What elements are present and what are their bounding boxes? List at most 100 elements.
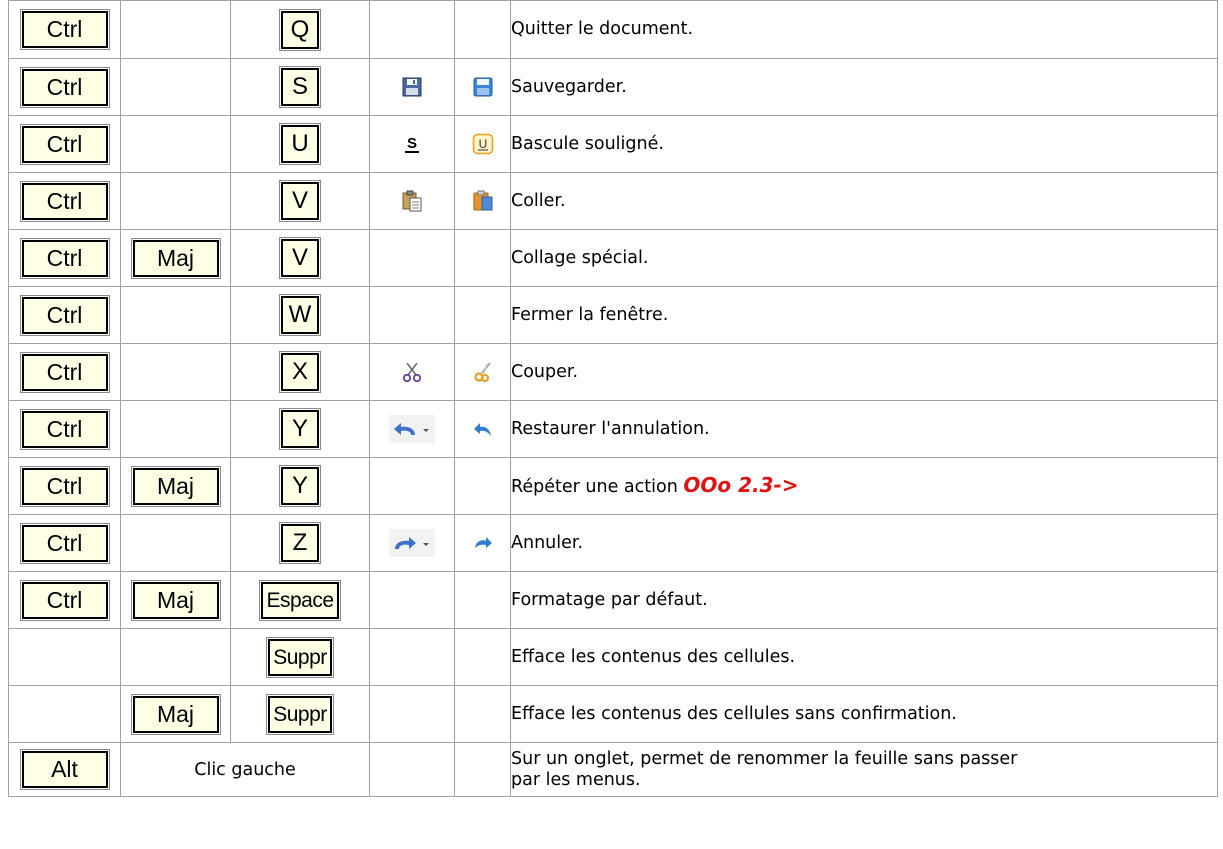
description: Répéter une action OOo 2.3->	[510, 457, 1218, 515]
ctrl-key: Ctrl	[19, 66, 110, 108]
modifier-2-cell	[120, 628, 231, 686]
icon-b-cell	[454, 685, 511, 743]
maj-key: Maj	[130, 465, 221, 507]
redo-dropdown-button	[389, 415, 435, 443]
modifier-cell: Ctrl	[8, 0, 121, 59]
description: Formatage par défaut.	[510, 571, 1218, 629]
underline-icon: S	[405, 135, 419, 153]
modifier-cell: Ctrl	[8, 514, 121, 572]
description: Collage spécial.	[510, 229, 1218, 287]
icon-a-cell	[369, 628, 455, 686]
key-cell: V	[230, 172, 370, 230]
icon-a-cell	[369, 172, 455, 230]
icon-a-cell	[369, 0, 455, 59]
ctrl-key: Ctrl	[19, 408, 110, 450]
table-row: Ctrl Z Annuler.	[8, 514, 1218, 572]
left-click-label: Clic gauche	[194, 759, 296, 780]
modifier-2-cell	[120, 58, 231, 116]
ctrl-key: Ctrl	[19, 237, 110, 279]
modifier-cell	[8, 628, 121, 686]
modifier-cell: Ctrl	[8, 343, 121, 401]
description: Sur un onglet, permet de renommer la feu…	[510, 742, 1218, 797]
icon-b-cell: U	[454, 115, 511, 173]
key-cell: X	[230, 343, 370, 401]
maj-key: Maj	[130, 579, 221, 621]
icon-b-cell	[454, 172, 511, 230]
modifier-cell	[8, 685, 121, 743]
description: Coller.	[510, 172, 1218, 230]
paste-icon	[402, 190, 422, 212]
icon-b-cell	[454, 742, 511, 797]
description: Quitter le document.	[510, 0, 1218, 59]
icon-a-cell	[369, 343, 455, 401]
key-cell: U	[230, 115, 370, 173]
underline-button-icon: U	[472, 133, 493, 155]
ctrl-key: Ctrl	[19, 9, 110, 50]
alt-key: Alt	[19, 749, 110, 790]
modifier-2-cell: Maj	[120, 457, 231, 515]
description: Fermer la fenêtre.	[510, 286, 1218, 344]
undo-dropdown-button	[389, 529, 435, 557]
key-cell: Q	[230, 0, 370, 59]
modifier-cell: Ctrl	[8, 229, 121, 287]
modifier-cell: Ctrl	[8, 457, 121, 515]
icon-a-cell	[369, 514, 455, 572]
modifier-2-cell	[120, 0, 231, 59]
svg-text:U: U	[478, 137, 487, 151]
key-cell: Espace	[230, 571, 370, 629]
table-row: Ctrl Maj Espace Formatage par défaut.	[8, 571, 1218, 629]
description-line-2: par les menus.	[511, 769, 641, 790]
table-row: Ctrl V Coller.	[8, 172, 1218, 230]
icon-a-cell: S	[369, 115, 455, 173]
key-cell: Y	[230, 457, 370, 515]
cut-icon	[473, 362, 491, 382]
icon-b-cell	[454, 229, 511, 287]
modifier-cell: Ctrl	[8, 172, 121, 230]
redo-dropdown-icon	[394, 422, 429, 435]
version-note: OOo 2.3->	[683, 472, 799, 497]
table-row: Ctrl U S U Bascule souligné.	[8, 115, 1218, 173]
modifier-2-cell	[120, 115, 231, 173]
scissors-icon	[402, 362, 422, 383]
description: Couper.	[510, 343, 1218, 401]
modifier-cell: Ctrl	[8, 115, 121, 173]
ctrl-key: Ctrl	[19, 180, 110, 222]
save-icon	[473, 77, 492, 97]
key-cell: Suppr	[230, 685, 370, 743]
clipboard-icon	[473, 190, 492, 211]
maj-key: Maj	[130, 693, 221, 735]
ctrl-key: Ctrl	[19, 351, 110, 393]
undo-dropdown-icon	[395, 536, 429, 549]
x-key: X	[279, 351, 321, 393]
description: Efface les contenus des cellules sans co…	[510, 685, 1218, 743]
floppy-disk-icon	[402, 77, 422, 97]
icon-b-cell	[454, 400, 511, 458]
maj-key: Maj	[130, 237, 221, 279]
s-key: S	[279, 66, 321, 108]
modifier-2-cell	[120, 514, 231, 572]
modifier-2-cell	[120, 172, 231, 230]
espace-key: Espace	[259, 579, 341, 621]
description: Bascule souligné.	[510, 115, 1218, 173]
description: Annuler.	[510, 514, 1218, 572]
description: Efface les contenus des cellules.	[510, 628, 1218, 686]
icon-b-cell	[454, 58, 511, 116]
icon-b-cell	[454, 628, 511, 686]
table-row: Ctrl Y Restaurer l'annulation.	[8, 400, 1218, 458]
description-line-1: Sur un onglet, permet de renommer la feu…	[511, 748, 1018, 769]
shortcut-table: Ctrl Q Quitter le document. Ctrl S Sauve…	[8, 0, 1218, 797]
svg-text:S: S	[407, 135, 417, 152]
ctrl-key: Ctrl	[19, 522, 110, 564]
modifier-2-cell	[120, 286, 231, 344]
modifier-cell: Ctrl	[8, 400, 121, 458]
icon-b-cell	[454, 343, 511, 401]
modifier-cell: Ctrl	[8, 58, 121, 116]
description: Restaurer l'annulation.	[510, 400, 1218, 458]
v-key: V	[279, 180, 321, 222]
modifier-cell: Ctrl	[8, 286, 121, 344]
modifier-2-cell	[120, 400, 231, 458]
table-row: Maj Suppr Efface les contenus des cellul…	[8, 685, 1218, 743]
z-key: Z	[279, 522, 321, 564]
y-key: Y	[279, 465, 321, 507]
modifier-cell: Ctrl	[8, 571, 121, 629]
